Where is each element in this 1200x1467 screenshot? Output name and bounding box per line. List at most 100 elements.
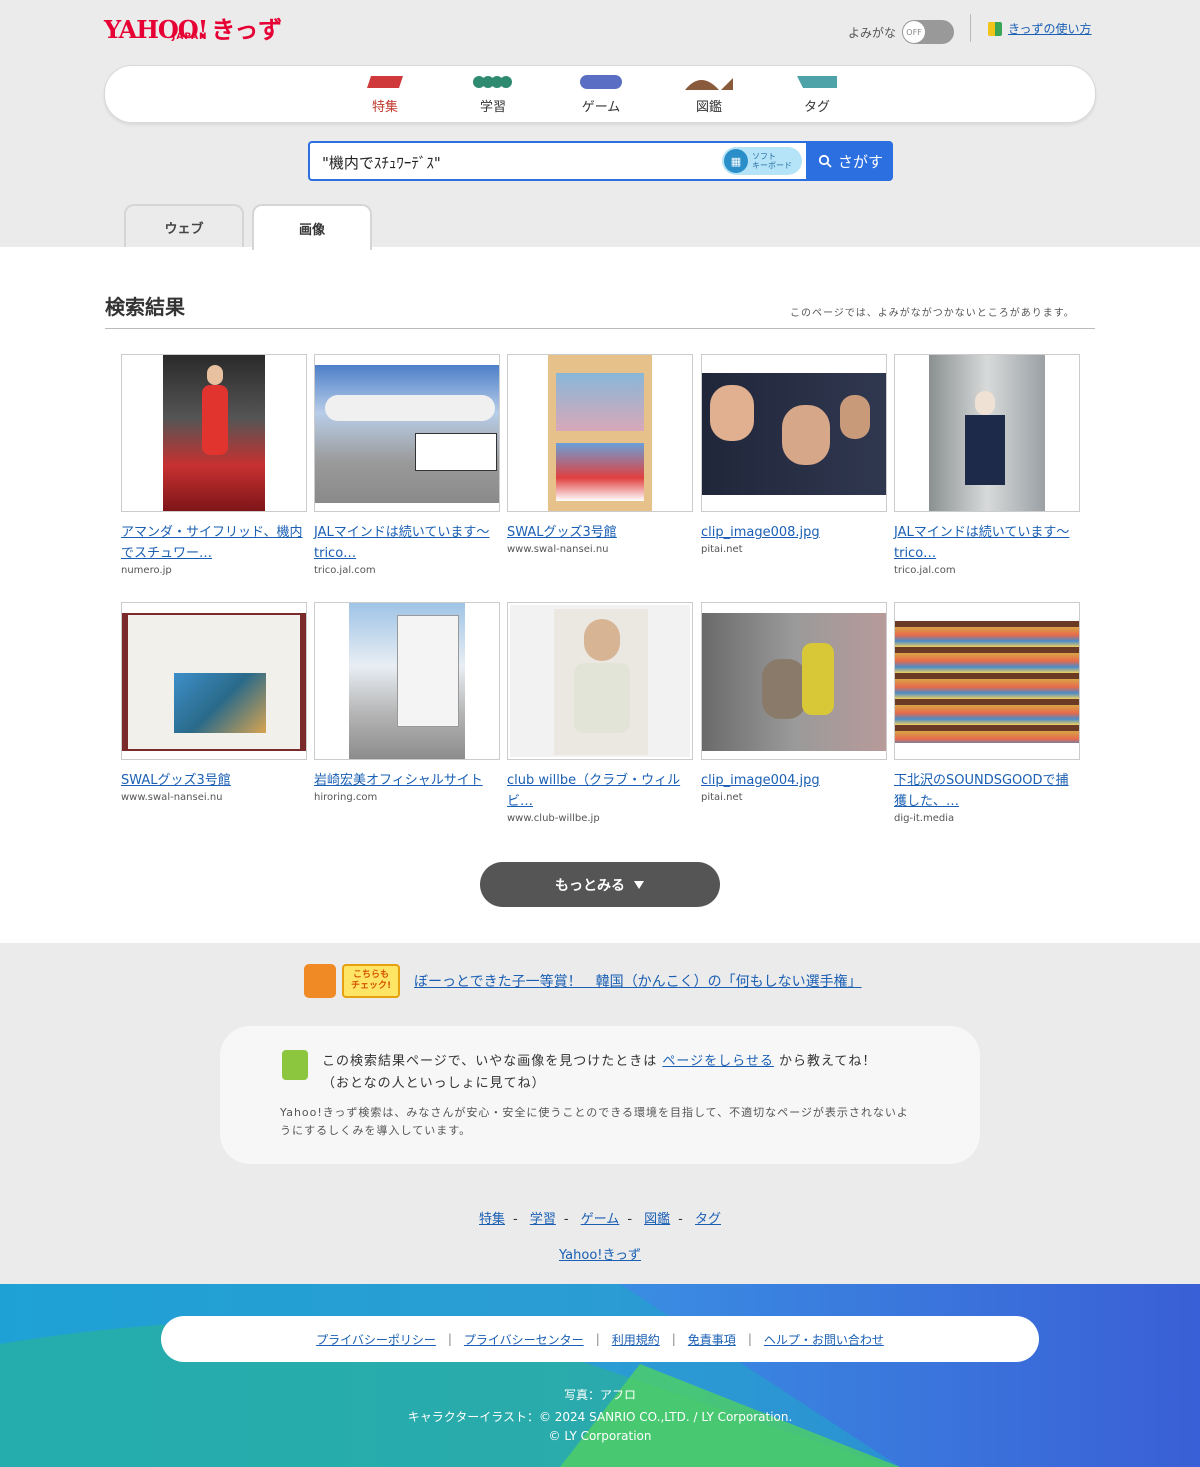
zukan-icon [685, 78, 733, 90]
image-thumbnail[interactable] [314, 602, 500, 760]
image-result[interactable]: アマンダ・サイフリッド、機内でスチュワー… numero.jp [121, 354, 307, 576]
photo-credit: 写真：アフロ [563, 1388, 636, 1402]
image-result-domain: pitai.net [701, 792, 743, 803]
footer-home: Yahoo!きっず [0, 1244, 1200, 1263]
box-character-icon [304, 964, 336, 998]
image-result[interactable]: clip_image004.jpg pitai.net [701, 602, 887, 803]
results-divider [105, 328, 1095, 329]
nav-label: 図鑑 [695, 100, 722, 115]
soft-keyboard-button[interactable]: ▦ ソフト キーボード [722, 147, 802, 175]
image-result-title[interactable]: JALマインドは続いています〜trico… [894, 522, 1080, 564]
report-box: この検索結果ページで、いやな画像を見つけたときは ページをしらせる から教えてね… [220, 1026, 980, 1164]
image-thumbnail[interactable] [121, 602, 307, 760]
nav-item-tokushu[interactable]: 特集 [345, 74, 425, 115]
results-heading: 検索結果 [105, 295, 185, 319]
nav-label: ゲーム [581, 100, 621, 115]
image-result[interactable]: club willbe（クラブ・ウィルビ… www.club-willbe.jp [507, 602, 693, 824]
nav-item-gakushu[interactable]: 学習 [453, 74, 533, 115]
footer-nav-gakushu[interactable]: 学習 [530, 1212, 556, 1227]
image-result-title[interactable]: club willbe（クラブ・ウィルビ… [507, 770, 693, 812]
image-thumbnail[interactable] [894, 602, 1080, 760]
report-sub-message: （おとなの人といっしょに見てね） [322, 1076, 546, 1091]
image-result-title[interactable]: SWALグッズ3号館 [507, 522, 693, 543]
featured-article-link[interactable]: ぼーっとできた子一等賞！ 韓国（かんこく）の「何もしない選手権」 [414, 971, 862, 991]
report-page-link[interactable]: ページをしらせる [662, 1054, 773, 1069]
yomigana-toggle[interactable]: OFF [902, 20, 955, 44]
yomigana-toggle-state: OFF [903, 21, 926, 43]
image-thumbnail[interactable] [894, 354, 1080, 512]
image-result-domain: www.swal-nansei.nu [507, 544, 609, 555]
image-thumbnail[interactable] [121, 354, 307, 512]
image-result[interactable]: JALマインドは続いています〜trico… trico.jal.com [894, 354, 1080, 576]
search-button[interactable]: さがす [808, 141, 893, 181]
logo-japan-text: JAPAN [172, 32, 208, 42]
nav-item-game[interactable]: ゲーム [561, 74, 641, 115]
terms-link[interactable]: 利用規約 [612, 1331, 660, 1348]
image-result[interactable]: SWALグッズ3号館 www.swal-nansei.nu [507, 354, 693, 555]
image-result-title[interactable]: JALマインドは続いています〜trico… [314, 522, 500, 564]
report-explanation: Yahoo!きっず検索は、みなさんが安心・安全に使うことのできる環境を目指して、… [280, 1106, 909, 1137]
logo-kids-text: きっず [211, 16, 283, 44]
image-result-domain: pitai.net [701, 544, 743, 555]
image-result[interactable]: clip_image008.jpg pitai.net [701, 354, 887, 555]
illustration-credit: キャラクターイラスト：© 2024 SANRIO CO.,LTD. / LY C… [407, 1410, 793, 1424]
image-result[interactable]: SWALグッズ3号館 www.swal-nansei.nu [121, 602, 307, 803]
check-mascot-group: こちらも チェック! [304, 964, 400, 998]
image-thumbnail[interactable] [314, 354, 500, 512]
howto-link[interactable]: きっずの使い方 [1008, 20, 1092, 37]
game-icon [580, 75, 622, 89]
nav-label: 学習 [479, 100, 506, 115]
image-result-domain: www.swal-nansei.nu [121, 792, 223, 803]
yahoo-kids-logo[interactable]: YAHOO! きっず JAPAN [104, 10, 282, 44]
featured-check: こちらも チェック! ぼーっとできた子一等賞！ 韓国（かんこく）の「何もしない選手… [304, 964, 862, 998]
image-result[interactable]: JALマインドは続いています〜trico… trico.jal.com [314, 354, 500, 576]
search-input[interactable]: "機内でｽﾁｭﾜｰﾃﾞｽ" ▦ ソフト キーボード [308, 141, 808, 181]
image-result-title[interactable]: アマンダ・サイフリッド、機内でスチュワー… [121, 522, 307, 564]
image-thumbnail[interactable] [507, 602, 693, 760]
image-thumbnail[interactable] [701, 354, 887, 512]
tag-icon [797, 76, 837, 88]
search-icon [818, 154, 832, 168]
copyright: © LY Corporation [548, 1429, 652, 1443]
tab-web[interactable]: ウェブ [124, 204, 244, 248]
footer-home-link[interactable]: Yahoo!きっず [559, 1248, 641, 1263]
image-result-title[interactable]: clip_image004.jpg [701, 770, 887, 791]
yomigana-toggle-group: よみがな OFF [848, 20, 955, 44]
footer-nav-game[interactable]: ゲーム [581, 1212, 620, 1227]
help-contact-link[interactable]: ヘルプ・お問い合わせ [764, 1331, 884, 1348]
image-result-title[interactable]: clip_image008.jpg [701, 522, 887, 543]
footer-links-bar: プライバシーポリシー | プライバシーセンター | 利用規約 | 免責事項 | ヘルプ・… [161, 1316, 1039, 1362]
more-button[interactable]: もっとみる [480, 862, 720, 907]
tokushu-icon [367, 76, 403, 88]
image-result-domain: trico.jal.com [314, 565, 376, 576]
image-result-domain: dig-it.media [894, 813, 955, 824]
footer-nav-zukan[interactable]: 図鑑 [644, 1212, 670, 1227]
triangle-down-icon [634, 880, 644, 889]
image-result-domain: www.club-willbe.jp [507, 813, 600, 824]
disclaimer-link[interactable]: 免責事項 [688, 1331, 736, 1348]
image-thumbnail[interactable] [701, 602, 887, 760]
howto-link-group: きっずの使い方 [988, 20, 1092, 37]
footer-nav-tokushu[interactable]: 特集 [479, 1212, 505, 1227]
image-result-title[interactable]: SWALグッズ3号館 [121, 770, 307, 791]
image-result-title[interactable]: 下北沢のSOUNDSGOODで捕獲した、… [894, 770, 1080, 812]
image-result-title[interactable]: 岩崎宏美オフィシャルサイト [314, 770, 500, 791]
image-result[interactable]: 岩崎宏美オフィシャルサイト hiroring.com [314, 602, 500, 803]
category-nav: 特集 学習 ゲーム 図鑑 タグ [104, 65, 1096, 123]
nav-item-tag[interactable]: タグ [777, 74, 857, 115]
gakushu-icon [473, 76, 512, 88]
privacy-center-link[interactable]: プライバシーセンター [464, 1331, 584, 1348]
image-result[interactable]: 下北沢のSOUNDSGOODで捕獲した、… dig-it.media [894, 602, 1080, 824]
nav-item-zukan[interactable]: 図鑑 [669, 74, 749, 115]
image-thumbnail[interactable] [507, 354, 693, 512]
soft-keyboard-label: ソフト キーボード [752, 152, 792, 170]
more-button-label: もっとみる [555, 877, 625, 894]
privacy-policy-link[interactable]: プライバシーポリシー [316, 1331, 436, 1348]
results-area [0, 247, 1200, 943]
green-character-icon [282, 1050, 308, 1080]
image-result-domain: trico.jal.com [894, 565, 956, 576]
check-badge: こちらも チェック! [342, 964, 400, 998]
footer-nav-tag[interactable]: タグ [695, 1212, 721, 1227]
tab-images[interactable]: 画像 [252, 204, 372, 250]
report-message: この検索結果ページで、いやな画像を見つけたときは ページをしらせる から教えてね… [322, 1054, 877, 1069]
